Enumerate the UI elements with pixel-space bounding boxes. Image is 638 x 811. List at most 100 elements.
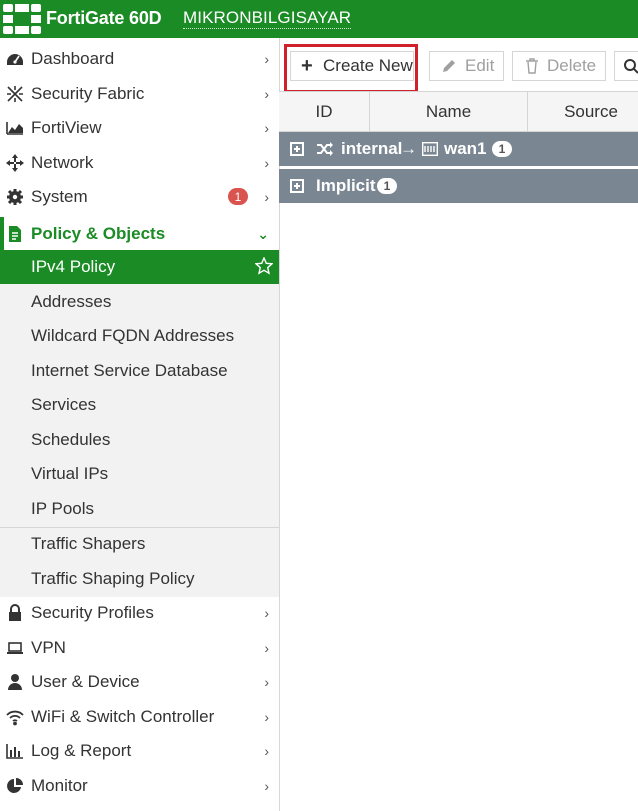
chevron-right-icon: ›	[264, 189, 269, 205]
sidebar: Dashboard › Security Fabric › FortiView …	[0, 38, 280, 811]
edit-label: Edit	[465, 56, 495, 75]
port-icon	[422, 142, 438, 156]
group-label: Implicit	[316, 176, 376, 195]
pencil-icon	[443, 60, 455, 72]
subitem-addresses[interactable]: Addresses	[0, 285, 279, 319]
chevron-right-icon: ›	[264, 743, 269, 759]
subitem-virtual-ips[interactable]: Virtual IPs	[0, 457, 279, 491]
search-button[interactable]	[614, 51, 638, 81]
chevron-right-icon: ›	[264, 778, 269, 794]
notification-badge: 1	[228, 188, 248, 205]
subitem-internet-service-db[interactable]: Internet Service Database	[0, 354, 279, 388]
expand-icon[interactable]	[290, 179, 304, 193]
annotation-highlight	[284, 44, 418, 93]
favorite-star-icon[interactable]	[255, 257, 273, 275]
sidebar-item-fortiview[interactable]: FortiView ›	[0, 111, 279, 145]
column-header-name[interactable]: Name	[370, 92, 527, 131]
subitem-label: Virtual IPs	[31, 464, 109, 483]
subitem-wildcard-fqdn[interactable]: Wildcard FQDN Addresses	[0, 319, 279, 353]
sidebar-item-dashboard[interactable]: Dashboard ›	[0, 42, 279, 76]
subitem-ipv4-policy[interactable]: IPv4 Policy	[0, 250, 279, 284]
sidebar-item-security-fabric[interactable]: Security Fabric ›	[0, 77, 279, 111]
subitem-traffic-shapers[interactable]: Traffic Shapers	[0, 527, 279, 561]
bar-chart-icon	[6, 742, 24, 760]
delete-label: Delete	[547, 56, 597, 75]
chevron-right-icon: ›	[264, 120, 269, 136]
sidebar-item-label: VPN	[31, 638, 66, 657]
fortiview-icon	[6, 119, 24, 137]
chevron-right-icon: ›	[264, 51, 269, 67]
policy-icon	[6, 225, 24, 243]
subitem-ip-pools[interactable]: IP Pools	[0, 492, 279, 526]
laptop-icon	[6, 639, 24, 657]
policy-count-badge: 1	[377, 178, 397, 194]
chevron-right-icon: ›	[264, 674, 269, 690]
product-name: FortiGate 60D	[46, 8, 162, 28]
sidebar-item-system[interactable]: System 1 ›	[0, 180, 279, 214]
top-bar: FortiGate 60D MIKRONBILGISAYAR	[0, 0, 638, 38]
sidebar-item-label: FortiView	[31, 118, 102, 137]
sidebar-item-label: Security Fabric	[31, 84, 145, 103]
source-interface: internal	[341, 139, 403, 158]
subitem-label: Traffic Shaping Policy	[31, 569, 195, 588]
policy-group-implicit[interactable]: Implicit 1	[279, 169, 638, 203]
lock-icon	[6, 604, 24, 622]
sidebar-item-user-device[interactable]: User & Device ›	[0, 665, 279, 699]
shuffle-icon	[317, 142, 333, 156]
column-header-source[interactable]: Source	[528, 92, 638, 131]
network-icon	[6, 154, 24, 172]
policy-count-badge: 1	[492, 141, 512, 157]
subitem-label: IPv4 Policy	[31, 257, 116, 276]
sidebar-item-label: System	[31, 187, 88, 206]
sidebar-item-label: Monitor	[31, 776, 88, 795]
chevron-right-icon: ›	[264, 155, 269, 171]
subitem-services[interactable]: Services	[0, 388, 279, 422]
sidebar-item-policy-objects[interactable]: Policy & Objects ⌄	[0, 217, 279, 251]
destination-interface: wan1	[444, 139, 487, 158]
sidebar-item-label: Network	[31, 153, 94, 172]
wifi-icon	[6, 708, 24, 726]
gear-icon	[6, 188, 24, 206]
subitem-schedules[interactable]: Schedules	[0, 423, 279, 457]
subitem-label: Services	[31, 395, 97, 414]
chevron-right-icon: ›	[264, 709, 269, 725]
expand-icon[interactable]	[290, 142, 304, 156]
sidebar-item-security-profiles[interactable]: Security Profiles ›	[0, 596, 279, 630]
subitem-label: Traffic Shapers	[31, 534, 146, 553]
subitem-label: Schedules	[31, 430, 111, 449]
arrow-icon: →	[400, 139, 417, 158]
table-header: ID Name Source	[279, 91, 638, 132]
sidebar-item-label: User & Device	[31, 672, 140, 691]
subitem-label: Internet Service Database	[31, 361, 228, 380]
subitem-label: IP Pools	[31, 499, 95, 518]
edit-button[interactable]: Edit	[429, 51, 504, 81]
sidebar-item-label: Log & Report	[31, 741, 132, 760]
pie-chart-icon	[6, 777, 24, 795]
column-header-id[interactable]: ID	[279, 92, 369, 131]
search-icon	[624, 59, 638, 74]
sidebar-item-label: WiFi & Switch Controller	[31, 707, 215, 726]
subitem-label: Wildcard FQDN Addresses	[31, 326, 235, 345]
sidebar-item-wifi-switch[interactable]: WiFi & Switch Controller ›	[0, 700, 279, 734]
dashboard-icon	[6, 50, 24, 68]
user-icon	[6, 673, 24, 691]
chevron-right-icon: ›	[264, 640, 269, 656]
sidebar-item-label: Security Profiles	[31, 603, 154, 622]
sidebar-item-network[interactable]: Network ›	[0, 146, 279, 180]
chevron-down-icon: ⌄	[257, 225, 269, 242]
sidebar-item-label: Policy & Objects	[31, 224, 166, 243]
sidebar-item-label: Dashboard	[31, 49, 115, 68]
chevron-right-icon: ›	[264, 86, 269, 102]
hostname[interactable]: MIKRONBILGISAYAR	[183, 8, 352, 29]
policy-group-internal-wan1[interactable]: internal → wan1 1	[279, 132, 638, 166]
sidebar-item-log-report[interactable]: Log & Report ›	[0, 734, 279, 768]
delete-button[interactable]: Delete	[512, 51, 606, 81]
sidebar-item-monitor[interactable]: Monitor ›	[0, 769, 279, 803]
chevron-right-icon: ›	[264, 605, 269, 621]
subitem-traffic-shaping-policy[interactable]: Traffic Shaping Policy	[0, 562, 279, 596]
sidebar-item-vpn[interactable]: VPN ›	[0, 631, 279, 665]
fortinet-logo-icon[interactable]	[3, 4, 41, 34]
security-fabric-icon	[6, 85, 24, 103]
subitem-label: Addresses	[31, 292, 112, 311]
trash-icon	[526, 58, 538, 74]
